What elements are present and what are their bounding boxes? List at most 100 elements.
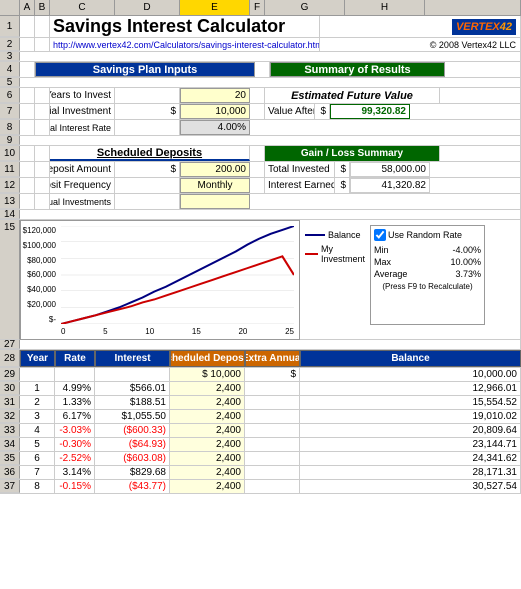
random-rate-checkbox[interactable] <box>374 229 386 241</box>
deposit-input[interactable]: 200.00 <box>180 162 250 177</box>
chart-container: $120,000 $100,000 $80,000 $60,000 $40,00… <box>20 220 300 340</box>
deposit-label: Deposit Amount <box>50 162 115 177</box>
row11-x <box>430 162 521 177</box>
row7-x <box>410 104 521 119</box>
row-3: 3 <box>0 52 521 62</box>
col-c: C <box>50 0 115 15</box>
col-e: E <box>180 0 250 15</box>
y-label-5: $100,000 <box>23 241 56 250</box>
avg-row: Average 3.73% <box>374 269 481 279</box>
td-33-rate: -3.03% <box>55 424 95 437</box>
td-36-scheduled: 2,400 <box>170 466 245 479</box>
row9-cell <box>20 136 521 145</box>
logo-cell: VERTEX42 <box>320 16 521 37</box>
x-label-5: 5 <box>103 327 107 336</box>
row-14: 14 <box>0 210 521 220</box>
cell-a6 <box>20 88 35 103</box>
td-29-rate <box>55 368 95 381</box>
rownum-2: 2 <box>0 38 20 51</box>
rownum-14: 14 <box>0 210 20 219</box>
row6-x <box>440 88 521 103</box>
initial-input[interactable]: 10,000 <box>180 104 250 119</box>
cell-f12 <box>250 178 265 193</box>
th-rate: Rate <box>55 350 95 367</box>
row-34: 34 5 -0.30% ($64.93) 2,400 23,144.71 <box>0 438 521 452</box>
rownum-13: 13 <box>0 194 20 209</box>
td-33-extra <box>245 424 300 437</box>
td-34-interest: ($64.93) <box>95 438 170 451</box>
interest-dollar: $ <box>335 178 350 193</box>
total-amount: 58,000.00 <box>350 162 430 177</box>
row-11: 11 Deposit Amount $ 200.00 Total Investe… <box>0 162 521 178</box>
cell-a10 <box>20 146 35 161</box>
total-invested-label: Total Invested <box>265 162 335 177</box>
cell-b6 <box>35 88 50 103</box>
td-30-interest: $566.01 <box>95 382 170 395</box>
th-year: Year <box>20 350 55 367</box>
years-input[interactable]: 20 <box>180 88 250 103</box>
y-label-0: $- <box>49 315 56 324</box>
row-32: 32 3 6.17% $1,055.50 2,400 19,010.02 <box>0 410 521 424</box>
chart-row-x <box>485 220 521 339</box>
td-34-balance: 23,144.71 <box>300 438 521 451</box>
max-value: 10.00% <box>450 257 481 267</box>
row8-x <box>250 120 521 135</box>
td-29-interest <box>95 368 170 381</box>
x-label-25: 25 <box>285 327 294 336</box>
y-label-4: $80,000 <box>27 256 56 265</box>
chart-row: 15 $120,000 $100,000 $80,000 $60,000 $40… <box>0 220 521 340</box>
td-36-interest: $829.68 <box>95 466 170 479</box>
avg-value: 3.73% <box>455 269 481 279</box>
min-row: Min -4.00% <box>374 245 481 255</box>
rownum-28: 28 <box>0 350 20 367</box>
th-extra: Extra Annual <box>245 350 300 367</box>
chart-legend: Balance My Investment <box>305 230 365 270</box>
row-33: 33 4 -3.03% ($600.33) 2,400 20,809.64 <box>0 424 521 438</box>
row-28: 28 Year Rate Interest Scheduled Deposits… <box>0 350 521 368</box>
row5-cell <box>20 78 521 87</box>
legend-investment-label: My Investment <box>321 244 365 264</box>
rownum-32: 32 <box>0 410 20 423</box>
td-35-rate: -2.52% <box>55 452 95 465</box>
max-row: Max 10.00% <box>374 257 481 267</box>
interest-label: Interest Earned <box>265 178 335 193</box>
td-35-year: 6 <box>20 452 55 465</box>
rownum-37: 37 <box>0 480 20 493</box>
td-34-rate: -0.30% <box>55 438 95 451</box>
additional-input[interactable] <box>180 194 250 209</box>
investment-line <box>61 256 294 324</box>
td-29-year <box>20 368 55 381</box>
logo: VERTEX42 <box>452 19 516 35</box>
freq-input[interactable]: Monthly <box>180 178 250 193</box>
row-29: 29 $ 10,000 $ 10,000.00 <box>0 368 521 382</box>
col-d: D <box>115 0 180 15</box>
cell-a2 <box>20 38 35 51</box>
cell-f6 <box>250 88 265 103</box>
row-6: 6 Years to Invest 20 Estimated Future Va… <box>0 88 521 104</box>
cell-a12 <box>20 178 35 193</box>
rownum-35: 35 <box>0 452 20 465</box>
rate-value: 4.00% <box>180 120 250 135</box>
legend-investment: My Investment <box>305 244 365 264</box>
rownum-1: 1 <box>0 16 20 37</box>
td-35-balance: 24,341.62 <box>300 452 521 465</box>
additional-label: Additional Annual Investments <box>50 194 115 209</box>
min-value: -4.00% <box>452 245 481 255</box>
row-27: 27 <box>0 340 521 350</box>
td-34-scheduled: 2,400 <box>170 438 245 451</box>
cell-d6 <box>115 88 180 103</box>
copyright-cell: © 2008 Vertex42 LLC <box>320 38 521 51</box>
td-32-interest: $1,055.50 <box>95 410 170 423</box>
url-cell[interactable]: http://www.vertex42.com/Calculators/savi… <box>50 38 320 51</box>
cell-d12 <box>115 178 180 193</box>
td-37-extra <box>245 480 300 493</box>
cell-b7 <box>35 104 50 119</box>
td-31-balance: 15,554.52 <box>300 396 521 409</box>
interest-amount: 41,320.82 <box>350 178 430 193</box>
cell-d8 <box>115 120 180 135</box>
td-37-rate: -0.15% <box>55 480 95 493</box>
td-33-year: 4 <box>20 424 55 437</box>
value-amount: 99,320.82 <box>330 104 410 119</box>
td-34-extra <box>245 438 300 451</box>
td-36-balance: 28,171.31 <box>300 466 521 479</box>
